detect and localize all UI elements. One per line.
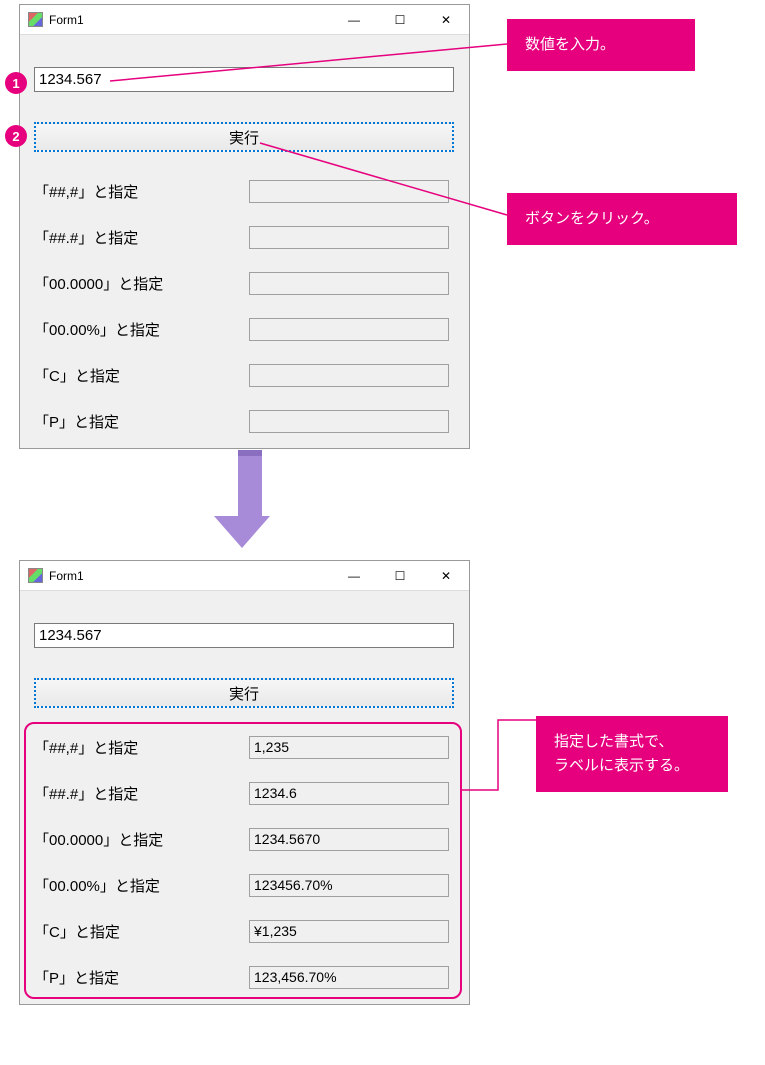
output-4: 123456.70% bbox=[249, 874, 449, 897]
callout-result: 指定した書式で、ラベルに表示する。 bbox=[536, 716, 728, 792]
minimize-button[interactable]: — bbox=[331, 5, 377, 34]
form-icon bbox=[28, 12, 43, 27]
output-5: ¥1,235 bbox=[249, 920, 449, 943]
output-5 bbox=[249, 364, 449, 387]
flow-arrow-icon bbox=[230, 450, 270, 548]
window-before: Form1 — ☐ ✕ 1234.567 実行 「##,#」と指定 「##.#」… bbox=[19, 4, 470, 449]
output-6 bbox=[249, 410, 449, 433]
format-label-4: 「00.00%」と指定 bbox=[34, 319, 249, 340]
execute-button[interactable]: 実行 bbox=[34, 678, 454, 708]
format-label-6: 「P」と指定 bbox=[34, 967, 249, 988]
output-1 bbox=[249, 180, 449, 203]
callout-input: 数値を入力。 bbox=[507, 19, 695, 71]
output-6: 123,456.70% bbox=[249, 966, 449, 989]
window-title: Form1 bbox=[49, 569, 84, 583]
format-label-4: 「00.00%」と指定 bbox=[34, 875, 249, 896]
output-2 bbox=[249, 226, 449, 249]
window-title: Form1 bbox=[49, 13, 84, 27]
output-4 bbox=[249, 318, 449, 341]
format-label-6: 「P」と指定 bbox=[34, 411, 249, 432]
window-after: Form1 — ☐ ✕ 1234.567 実行 「##,#」と指定1,235 「… bbox=[19, 560, 470, 1005]
output-1: 1,235 bbox=[249, 736, 449, 759]
step-badge-2: 2 bbox=[5, 125, 27, 147]
titlebar: Form1 — ☐ ✕ bbox=[20, 561, 469, 591]
output-3: 1234.5670 bbox=[249, 828, 449, 851]
format-label-5: 「C」と指定 bbox=[34, 365, 249, 386]
number-input[interactable]: 1234.567 bbox=[34, 623, 454, 648]
minimize-button[interactable]: — bbox=[331, 561, 377, 590]
execute-button[interactable]: 実行 bbox=[34, 122, 454, 152]
format-label-3: 「00.0000」と指定 bbox=[34, 273, 249, 294]
format-label-1: 「##,#」と指定 bbox=[34, 181, 249, 202]
maximize-button[interactable]: ☐ bbox=[377, 5, 423, 34]
close-button[interactable]: ✕ bbox=[423, 5, 469, 34]
format-label-2: 「##.#」と指定 bbox=[34, 227, 249, 248]
titlebar: Form1 — ☐ ✕ bbox=[20, 5, 469, 35]
output-3 bbox=[249, 272, 449, 295]
format-label-1: 「##,#」と指定 bbox=[34, 737, 249, 758]
maximize-button[interactable]: ☐ bbox=[377, 561, 423, 590]
format-label-2: 「##.#」と指定 bbox=[34, 783, 249, 804]
output-2: 1234.6 bbox=[249, 782, 449, 805]
format-label-3: 「00.0000」と指定 bbox=[34, 829, 249, 850]
number-input[interactable]: 1234.567 bbox=[34, 67, 454, 92]
step-badge-1: 1 bbox=[5, 72, 27, 94]
form-icon bbox=[28, 568, 43, 583]
format-label-5: 「C」と指定 bbox=[34, 921, 249, 942]
callout-button: ボタンをクリック。 bbox=[507, 193, 737, 245]
close-button[interactable]: ✕ bbox=[423, 561, 469, 590]
